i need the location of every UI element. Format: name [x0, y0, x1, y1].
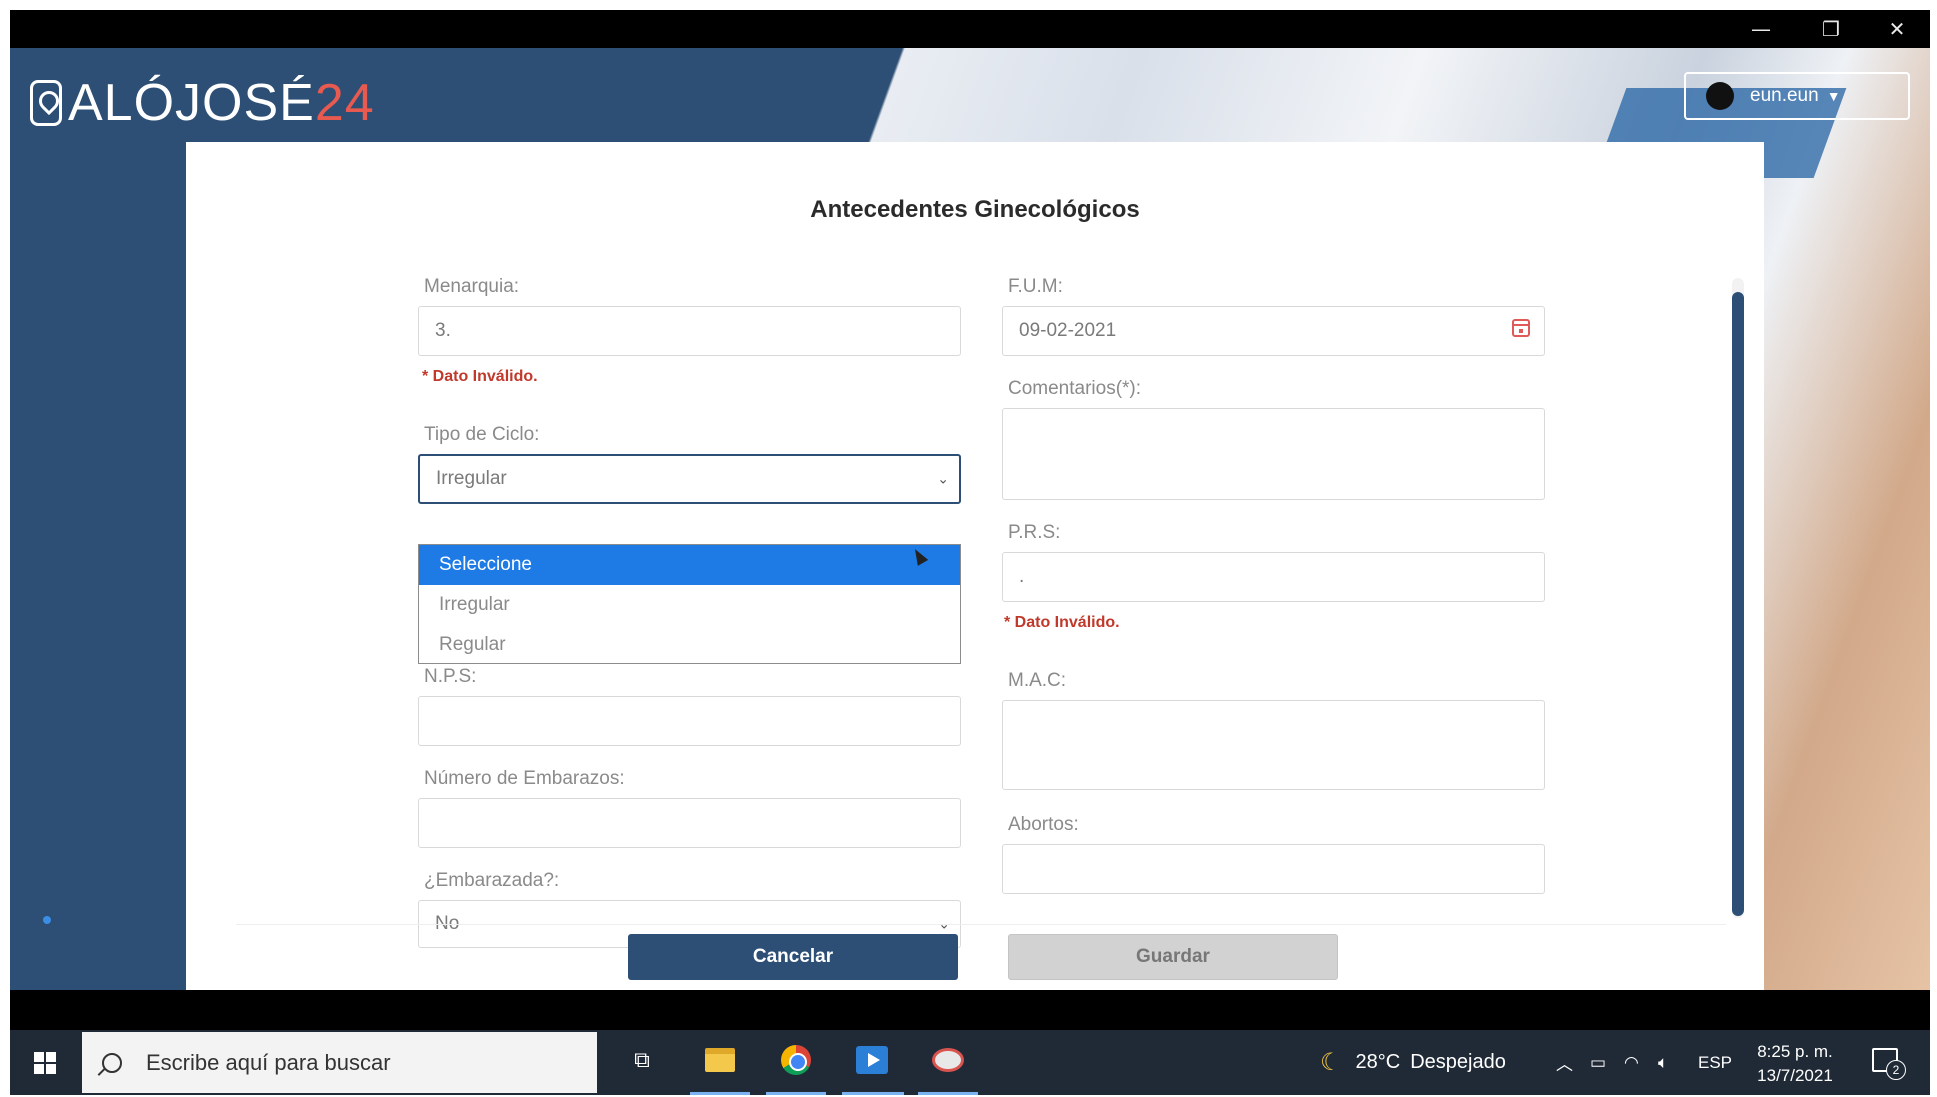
stethoscope-icon — [30, 80, 62, 126]
abortos-input[interactable] — [1002, 844, 1545, 894]
weather-widget[interactable]: ☾ 28°C Despejado — [1320, 1030, 1506, 1095]
snipping-tool-icon[interactable] — [928, 1040, 968, 1080]
battery-icon[interactable]: ▭ — [1590, 1030, 1606, 1095]
dropdown-option[interactable]: Regular — [419, 625, 960, 665]
menarquia-label: Menarquia: — [424, 276, 520, 297]
fum-label: F.U.M: — [1008, 276, 1063, 297]
abortos-label: Abortos: — [1008, 814, 1079, 835]
restore-button[interactable]: ❐ — [1796, 10, 1866, 48]
fum-date-input[interactable]: 09-02-2021 — [1002, 306, 1545, 356]
moon-icon: ☾ — [1320, 1049, 1342, 1076]
prs-input[interactable]: . — [1002, 552, 1545, 602]
weather-temp: 28°C — [1355, 1051, 1401, 1073]
mac-label: M.A.C: — [1008, 670, 1067, 691]
media-player-icon[interactable] — [852, 1040, 892, 1080]
fum-value: 09-02-2021 — [1019, 320, 1117, 341]
page-title: Antecedentes Ginecológicos — [810, 196, 1140, 223]
media-player-indicator — [842, 1092, 904, 1095]
nps-input[interactable] — [418, 696, 961, 746]
prs-error: * Dato Inválido. — [1004, 614, 1120, 631]
num-embarazos-input[interactable] — [418, 798, 961, 848]
start-button[interactable] — [10, 1030, 80, 1095]
windows-icon — [34, 1051, 56, 1074]
form-card: Antecedentes Ginecológicos Menarquia: 3.… — [186, 142, 1764, 990]
search-placeholder: Escribe aquí para buscar — [146, 1049, 391, 1075]
tipo-ciclo-select[interactable]: Irregular ⌄ — [418, 454, 961, 504]
calendar-icon[interactable] — [1512, 319, 1530, 337]
tipo-ciclo-value: Irregular — [436, 468, 507, 489]
file-explorer-icon[interactable] — [700, 1040, 740, 1080]
scrollbar-thumb[interactable] — [1732, 292, 1744, 916]
volume-icon[interactable]: 🔈︎ — [1658, 1030, 1668, 1095]
mac-textarea[interactable] — [1002, 700, 1545, 790]
file-explorer-indicator — [690, 1092, 750, 1095]
close-button[interactable]: ✕ — [1862, 10, 1930, 48]
menarquia-input[interactable]: 3. — [418, 306, 961, 356]
caret-down-icon: ▼ — [1826, 88, 1841, 104]
prs-label: P.R.S: — [1008, 522, 1061, 543]
chrome-indicator — [766, 1092, 826, 1095]
menarquia-error: * Dato Inválido. — [422, 368, 538, 385]
clock-date: 13/7/2021 — [1757, 1066, 1833, 1085]
window-titlebar: — ❐ ✕ — [10, 10, 1930, 48]
weather-desc: Despejado — [1410, 1051, 1506, 1073]
taskbar: Escribe aquí para buscar ⧉ ☾ 28°C Despej… — [10, 1030, 1930, 1095]
logo-text: ALÓJOSÉ — [68, 74, 315, 132]
minimize-button[interactable]: — — [1726, 10, 1796, 48]
tipo-ciclo-dropdown: Seleccione Irregular Regular — [418, 544, 961, 664]
clock[interactable]: 8:25 p. m. 13/7/2021 — [1750, 1040, 1840, 1088]
chevron-up-icon[interactable]: ︿ — [1556, 1030, 1573, 1095]
embarazada-label: ¿Embarazada?: — [424, 870, 560, 891]
logo-number: 24 — [314, 74, 375, 132]
cancel-button[interactable]: Cancelar — [628, 934, 958, 980]
user-avatar-icon — [1706, 82, 1734, 110]
dropdown-option[interactable]: Seleccione — [419, 545, 960, 585]
sidebar-indicator[interactable] — [43, 916, 51, 924]
snipping-tool-indicator — [918, 1092, 978, 1095]
nps-label: N.P.S: — [424, 666, 477, 687]
comentarios-textarea[interactable] — [1002, 408, 1545, 500]
user-menu-button[interactable]: eun.eun ▼ — [1684, 72, 1910, 120]
wifi-icon[interactable]: ◠ — [1624, 1030, 1639, 1095]
chrome-icon[interactable] — [776, 1040, 816, 1080]
user-name: eun.eun — [1750, 85, 1819, 106]
comentarios-label: Comentarios(*): — [1008, 378, 1142, 399]
screen: — ❐ ✕ ALÓJOSÉ 24 eun.eun ▼ Antecedentes G… — [10, 10, 1930, 1095]
notification-count: 2 — [1886, 1060, 1906, 1080]
tipo-ciclo-label: Tipo de Ciclo: — [424, 424, 540, 445]
task-view-icon[interactable]: ⧉ — [622, 1040, 662, 1080]
brand-logo[interactable]: ALÓJOSÉ 24 — [30, 68, 375, 138]
save-button[interactable]: Guardar — [1008, 934, 1338, 980]
chevron-down-icon: ⌄ — [937, 470, 949, 487]
clock-time: 8:25 p. m. — [1757, 1042, 1833, 1061]
num-embarazos-label: Número de Embarazos: — [424, 768, 625, 789]
taskbar-search[interactable]: Escribe aquí para buscar — [82, 1032, 597, 1093]
divider — [236, 924, 1726, 925]
search-icon — [102, 1052, 122, 1073]
dropdown-option[interactable]: Irregular — [419, 585, 960, 625]
app-window: ALÓJOSÉ 24 eun.eun ▼ Antecedentes Ginecol… — [10, 48, 1930, 990]
language-indicator[interactable]: ESP — [1698, 1030, 1732, 1095]
